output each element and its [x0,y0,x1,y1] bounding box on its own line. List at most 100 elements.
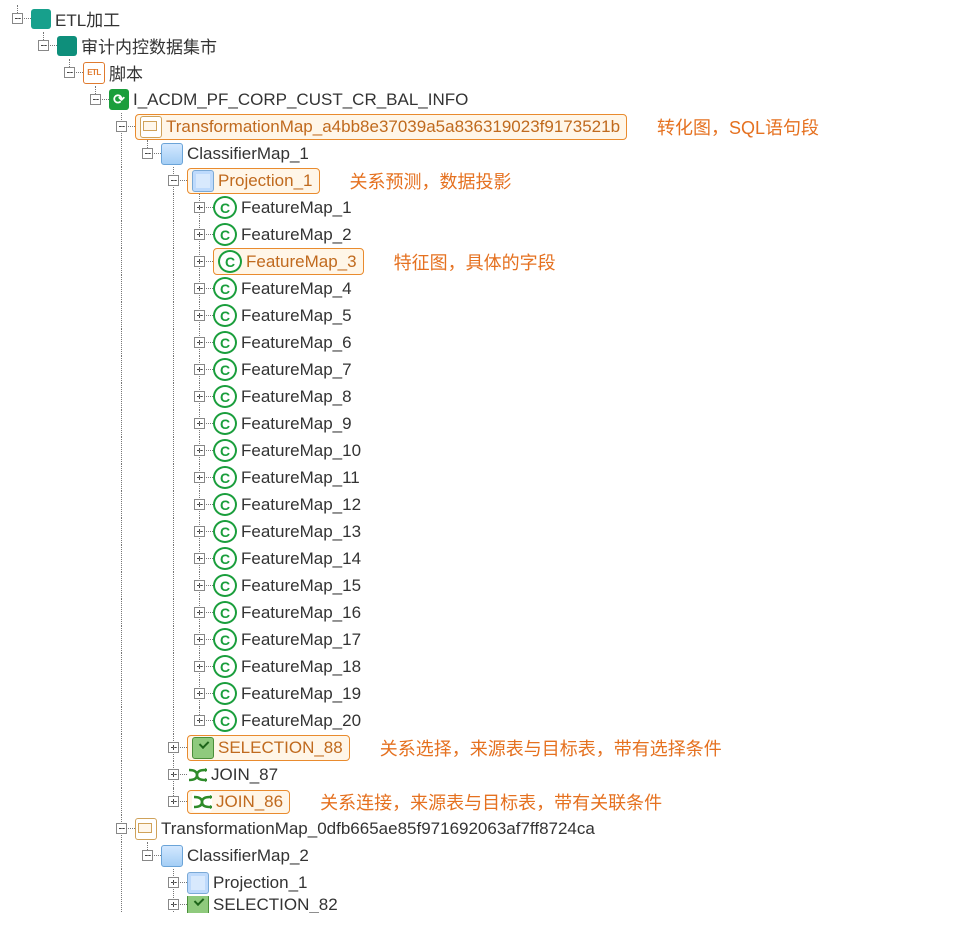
tree-node-audit[interactable]: 审计内控数据集市 [5,32,980,59]
tree-node-feature-map[interactable]: FeatureMap_10 [5,437,980,464]
tree-toggle[interactable] [194,688,205,699]
tree-node-feature-map[interactable]: FeatureMap_5 [5,302,980,329]
tree-toggle[interactable] [194,661,205,672]
tree-toggle[interactable] [194,283,205,294]
tree-node-feature-map[interactable]: FeatureMap_2 [5,221,980,248]
transformation-map-icon [140,116,162,138]
tree-label: FeatureMap_20 [239,711,363,731]
feature-map-icon [213,547,237,570]
tree-toggle[interactable] [194,391,205,402]
tree-view: ETL加工 审计内控数据集市 ETL 脚本 ⟳ I_ACDM_PF_CORP_C… [0,0,980,913]
tree-label: FeatureMap_9 [239,414,354,434]
tree-label: FeatureMap_5 [239,306,354,326]
tree-toggle[interactable] [194,337,205,348]
tree-node-feature-map[interactable]: FeatureMap_16 [5,599,980,626]
tree-toggle[interactable] [194,553,205,564]
feature-map-icon [213,655,237,678]
tree-label: FeatureMap_15 [239,576,363,596]
annotation-selection: 关系选择，来源表与目标表，带有选择条件 [380,735,722,761]
tree-node-feature-map[interactable]: FeatureMap_20 [5,707,980,734]
tree-toggle[interactable] [90,94,101,105]
tree-label: Projection_1 [216,171,315,191]
tree-toggle[interactable] [168,796,179,807]
selection-icon [192,737,214,759]
tree-label: TransformationMap_0dfb665ae85f971692063a… [159,819,597,839]
tree-label: FeatureMap_3 [244,252,359,272]
refresh-icon: ⟳ [109,89,129,110]
tree-toggle[interactable] [194,202,205,213]
tree-node-projection[interactable]: Projection_1 关系预测，数据投影 [5,167,980,194]
feature-map-icon [213,574,237,597]
tree-toggle[interactable] [116,823,127,834]
tree-toggle[interactable] [64,67,75,78]
feature-map-icon [213,196,237,219]
tree-toggle[interactable] [194,607,205,618]
tree-node-feature-map[interactable]: FeatureMap_14 [5,545,980,572]
feature-map-icon [213,601,237,624]
tree-node-feature-map[interactable]: FeatureMap_11 [5,464,980,491]
tree-node-join[interactable]: JOIN_86 关系连接，来源表与目标表，带有关联条件 [5,788,980,815]
tree-toggle[interactable] [168,769,179,780]
tree-toggle[interactable] [12,13,23,24]
tree-label: 脚本 [107,60,145,85]
tree-toggle[interactable] [194,445,205,456]
tree-node-feature-map[interactable]: FeatureMap_17 [5,626,980,653]
tree-node-feature-map[interactable]: FeatureMap_9 [5,410,980,437]
tree-node-feature-map[interactable]: FeatureMap_15 [5,572,980,599]
tree-node-acdm[interactable]: ⟳ I_ACDM_PF_CORP_CUST_CR_BAL_INFO [5,86,980,113]
tree-label: FeatureMap_7 [239,360,354,380]
tree-toggle[interactable] [168,175,179,186]
tree-toggle[interactable] [142,148,153,159]
tree-label: ClassifierMap_1 [185,144,311,164]
tree-node-etl[interactable]: ETL加工 [5,5,980,32]
tree-node-transformation-map[interactable]: TransformationMap_0dfb665ae85f971692063a… [5,815,980,842]
tree-node-feature-map[interactable]: FeatureMap_18 [5,653,980,680]
tree-toggle[interactable] [194,310,205,321]
tree-label: 审计内控数据集市 [79,33,219,58]
tree-toggle[interactable] [194,229,205,240]
tree-node-selection[interactable]: SELECTION_82 [5,896,980,913]
tree-node-feature-map[interactable]: FeatureMap_12 [5,491,980,518]
tree-label: FeatureMap_4 [239,279,354,299]
tree-node-feature-map[interactable]: FeatureMap_19 [5,680,980,707]
tree-toggle[interactable] [168,899,179,910]
tree-toggle[interactable] [194,499,205,510]
tree-label: FeatureMap_1 [239,198,354,218]
tree-node-transformation-map[interactable]: TransformationMap_a4bb8e37039a5a83631902… [5,113,980,140]
tree-node-feature-map[interactable]: FeatureMap_8 [5,383,980,410]
tree-toggle[interactable] [194,472,205,483]
tree-toggle[interactable] [194,256,205,267]
tree-toggle[interactable] [116,121,127,132]
tree-toggle[interactable] [194,580,205,591]
feature-map-icon [213,304,237,327]
tree-node-selection[interactable]: SELECTION_88 关系选择，来源表与目标表，带有选择条件 [5,734,980,761]
feature-map-icon [213,331,237,354]
tree-label: FeatureMap_14 [239,549,363,569]
tree-toggle[interactable] [168,877,179,888]
tree-node-script[interactable]: ETL 脚本 [5,59,980,86]
tree-node-feature-map[interactable]: FeatureMap_1 [5,194,980,221]
tree-label: FeatureMap_6 [239,333,354,353]
tree-label: TransformationMap_a4bb8e37039a5a83631902… [164,117,622,137]
tree-toggle[interactable] [194,418,205,429]
tree-toggle[interactable] [194,364,205,375]
tree-node-feature-map[interactable]: FeatureMap_4 [5,275,980,302]
tree-toggle[interactable] [38,40,49,51]
feature-map-icon [218,250,242,273]
tree-toggle[interactable] [194,634,205,645]
tree-label: FeatureMap_12 [239,495,363,515]
tree-toggle[interactable] [142,850,153,861]
tree-node-join[interactable]: JOIN_87 [5,761,980,788]
tree-toggle[interactable] [194,715,205,726]
tree-toggle[interactable] [168,742,179,753]
tree-node-classifier-map[interactable]: ClassifierMap_1 [5,140,980,167]
tree-label: ETL加工 [53,6,122,31]
transformation-map-icon [135,818,157,840]
tree-node-projection[interactable]: Projection_1 [5,869,980,896]
tree-toggle[interactable] [194,526,205,537]
tree-node-feature-map[interactable]: FeatureMap_6 [5,329,980,356]
tree-node-feature-map[interactable]: FeatureMap_7 [5,356,980,383]
tree-node-feature-map[interactable]: FeatureMap_3特征图，具体的字段 [5,248,980,275]
tree-node-feature-map[interactable]: FeatureMap_13 [5,518,980,545]
tree-node-classifier-map[interactable]: ClassifierMap_2 [5,842,980,869]
